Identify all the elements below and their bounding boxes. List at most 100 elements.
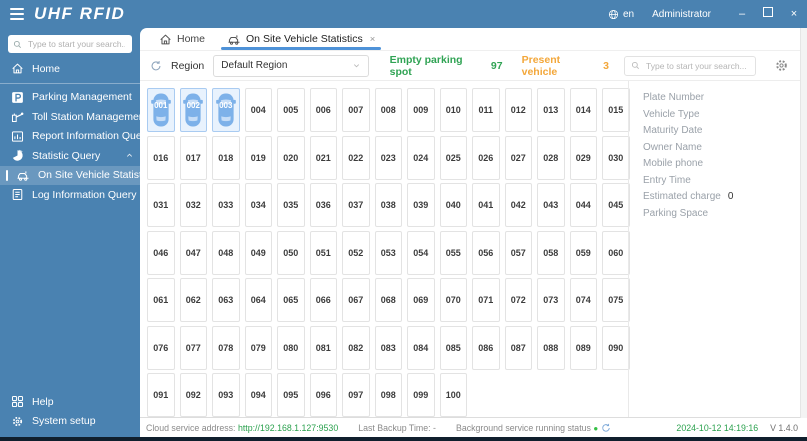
parking-spot-010[interactable]: 010: [439, 88, 467, 132]
parking-spot-064[interactable]: 064: [244, 278, 272, 322]
parking-spot-060[interactable]: 060: [602, 230, 630, 275]
parking-spot-032[interactable]: 032: [179, 183, 207, 227]
parking-spot-085[interactable]: 085: [439, 325, 467, 370]
vertical-scrollbar[interactable]: [800, 28, 807, 418]
refresh-icon[interactable]: [150, 60, 162, 72]
parking-spot-011[interactable]: 011: [472, 88, 500, 132]
sidebar-item-report-information-query[interactable]: Report Information Query: [0, 127, 166, 147]
parking-spot-014[interactable]: 014: [569, 88, 597, 132]
parking-spot-078[interactable]: 078: [212, 325, 240, 370]
tab-close-icon[interactable]: ×: [370, 34, 376, 45]
parking-spot-058[interactable]: 058: [537, 230, 565, 275]
parking-spot-048[interactable]: 048: [212, 230, 240, 275]
tab-on-site-vehicle-statistics[interactable]: On Site Vehicle Statistics ×: [216, 28, 386, 50]
parking-spot-054[interactable]: 054: [407, 230, 435, 275]
sidebar-search[interactable]: [8, 35, 132, 53]
parking-spot-007[interactable]: 007: [342, 88, 370, 132]
parking-spot-059[interactable]: 059: [569, 230, 597, 275]
parking-spot-023[interactable]: 023: [374, 135, 402, 180]
settings-gear-icon[interactable]: [774, 58, 789, 73]
parking-spot-026[interactable]: 026: [472, 135, 500, 180]
parking-spot-038[interactable]: 038: [374, 183, 402, 227]
minimize-button[interactable]: –: [729, 0, 755, 28]
parking-spot-097[interactable]: 097: [342, 373, 370, 417]
parking-spot-072[interactable]: 072: [504, 278, 532, 322]
user-menu[interactable]: Administrator: [652, 9, 711, 20]
parking-spot-098[interactable]: 098: [374, 373, 402, 417]
parking-spot-063[interactable]: 063: [212, 278, 240, 322]
parking-spot-025[interactable]: 025: [439, 135, 467, 180]
parking-spot-066[interactable]: 066: [309, 278, 337, 322]
parking-spot-019[interactable]: 019: [244, 135, 272, 180]
parking-spot-086[interactable]: 086: [472, 325, 500, 370]
parking-spot-093[interactable]: 093: [212, 373, 240, 417]
parking-spot-065[interactable]: 065: [277, 278, 305, 322]
sidebar-item-toll-station-management[interactable]: Toll Station Management: [0, 107, 148, 127]
parking-spot-039[interactable]: 039: [407, 183, 435, 227]
parking-spot-099[interactable]: 099: [407, 373, 435, 417]
parking-spot-076[interactable]: 076: [147, 325, 175, 370]
parking-spot-087[interactable]: 087: [504, 325, 532, 370]
sidebar-item-on-site-vehicle-statistics[interactable]: On Site Vehicle Statistics: [0, 165, 155, 185]
parking-spot-069[interactable]: 069: [407, 278, 435, 322]
parking-spot-079[interactable]: 079: [244, 325, 272, 370]
parking-spot-022[interactable]: 022: [342, 135, 370, 180]
parking-spot-091[interactable]: 091: [147, 373, 175, 417]
parking-spot-013[interactable]: 013: [537, 88, 565, 132]
parking-spot-030[interactable]: 030: [602, 135, 630, 180]
parking-spot-036[interactable]: 036: [309, 183, 337, 227]
sidebar-item-help[interactable]: Help: [0, 392, 140, 412]
parking-spot-070[interactable]: 070: [439, 278, 467, 322]
parking-spot-046[interactable]: 046: [147, 230, 175, 275]
parking-spot-051[interactable]: 051: [309, 230, 337, 275]
sidebar-item-system-setup[interactable]: System setup: [0, 412, 140, 432]
tab-home[interactable]: Home: [148, 28, 216, 50]
parking-spot-052[interactable]: 052: [342, 230, 370, 275]
parking-spot-071[interactable]: 071: [472, 278, 500, 322]
parking-spot-004[interactable]: 004: [244, 88, 272, 132]
parking-spot-031[interactable]: 031: [147, 183, 175, 227]
close-button[interactable]: ×: [781, 0, 807, 28]
parking-spot-083[interactable]: 083: [374, 325, 402, 370]
parking-spot-018[interactable]: 018: [212, 135, 240, 180]
parking-spot-045[interactable]: 045: [602, 183, 630, 227]
parking-spot-073[interactable]: 073: [537, 278, 565, 322]
parking-spot-095[interactable]: 095: [277, 373, 305, 417]
parking-spot-003[interactable]: 003: [212, 88, 240, 132]
parking-spot-100[interactable]: 100: [439, 373, 467, 417]
parking-spot-009[interactable]: 009: [407, 88, 435, 132]
parking-spot-021[interactable]: 021: [309, 135, 337, 180]
parking-spot-002[interactable]: 002: [179, 88, 207, 132]
parking-spot-047[interactable]: 047: [179, 230, 207, 275]
parking-spot-096[interactable]: 096: [309, 373, 337, 417]
parking-spot-068[interactable]: 068: [374, 278, 402, 322]
parking-spot-092[interactable]: 092: [179, 373, 207, 417]
parking-spot-056[interactable]: 056: [472, 230, 500, 275]
sidebar-item-parking-management[interactable]: Parking Management: [0, 88, 147, 108]
maximize-button[interactable]: [755, 0, 781, 28]
parking-spot-082[interactable]: 082: [342, 325, 370, 370]
parking-spot-035[interactable]: 035: [277, 183, 305, 227]
parking-spot-029[interactable]: 029: [569, 135, 597, 180]
parking-spot-008[interactable]: 008: [374, 88, 402, 132]
cloud-service-url[interactable]: http://192.168.1.127:9530: [238, 423, 338, 433]
sidebar-item-statistic-query[interactable]: Statistic Query: [0, 146, 140, 166]
parking-spot-062[interactable]: 062: [179, 278, 207, 322]
parking-spot-041[interactable]: 041: [472, 183, 500, 227]
parking-spot-043[interactable]: 043: [537, 183, 565, 227]
parking-spot-049[interactable]: 049: [244, 230, 272, 275]
parking-spot-081[interactable]: 081: [309, 325, 337, 370]
parking-spot-006[interactable]: 006: [309, 88, 337, 132]
parking-spot-053[interactable]: 053: [374, 230, 402, 275]
parking-spot-089[interactable]: 089: [569, 325, 597, 370]
parking-spot-034[interactable]: 034: [244, 183, 272, 227]
parking-spot-027[interactable]: 027: [504, 135, 532, 180]
parking-spot-077[interactable]: 077: [179, 325, 207, 370]
toolbar-search-input[interactable]: [644, 59, 749, 72]
toolbar-search[interactable]: [624, 55, 756, 76]
parking-spot-055[interactable]: 055: [439, 230, 467, 275]
parking-spot-044[interactable]: 044: [569, 183, 597, 227]
parking-spot-094[interactable]: 094: [244, 373, 272, 417]
parking-spot-074[interactable]: 074: [569, 278, 597, 322]
parking-spot-037[interactable]: 037: [342, 183, 370, 227]
